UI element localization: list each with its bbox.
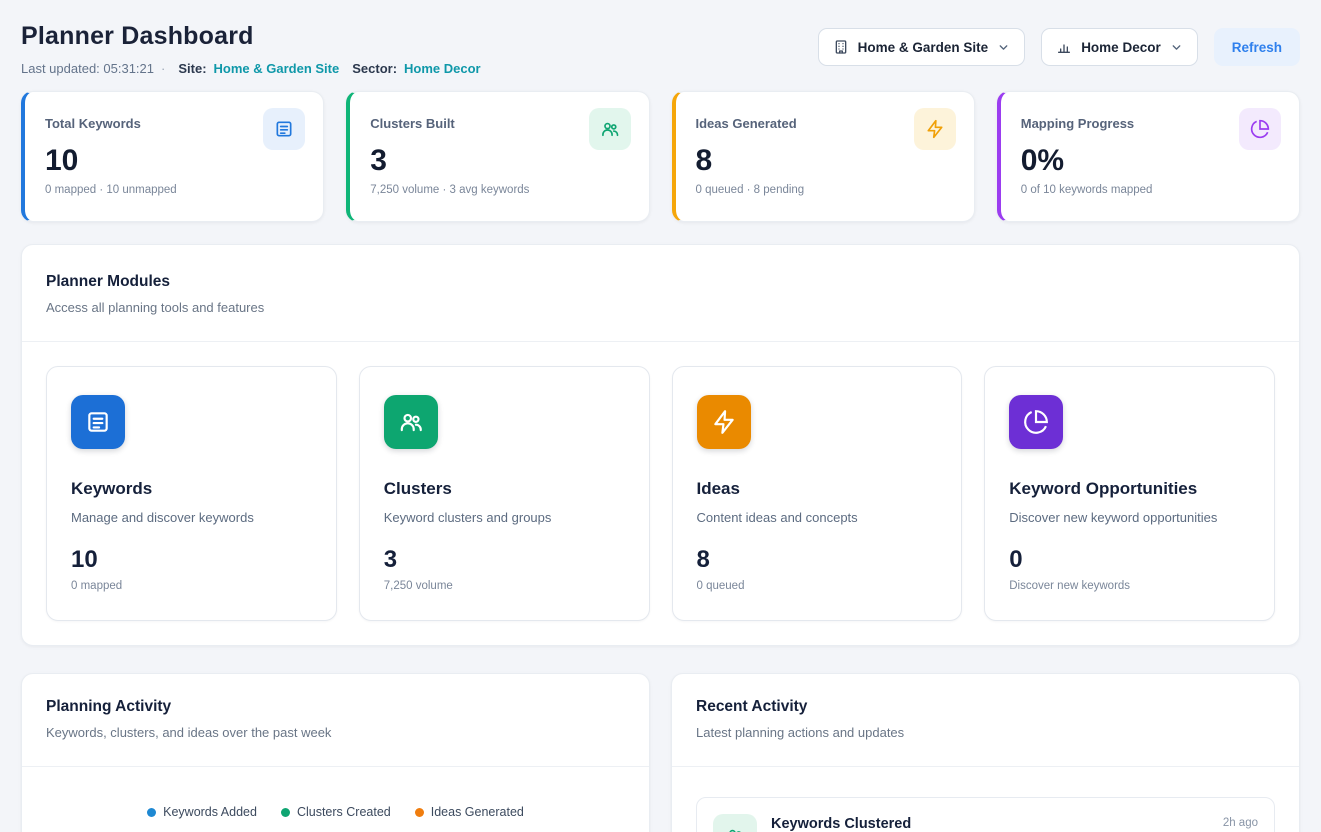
sector-selector-value: Home Decor	[1081, 40, 1161, 55]
module-value: 8	[697, 546, 938, 574]
stat-card-ideas-generated: Ideas Generated 8 0 queued · 8 pending	[672, 91, 975, 222]
pie-chart-icon	[1239, 108, 1281, 150]
module-title: Clusters	[384, 479, 625, 499]
stat-label: Total Keywords	[45, 116, 141, 131]
stat-subtext: 7,250 volume · 3 avg keywords	[370, 184, 630, 196]
module-subtext: 0 mapped	[71, 580, 312, 592]
site-selector-value: Home & Garden Site	[858, 40, 989, 55]
legend-label: Keywords Added	[163, 805, 257, 819]
sector-label: Sector:	[352, 61, 397, 76]
legend-dot-blue	[147, 808, 156, 817]
activity-item-title: Keywords Clustered	[771, 816, 1209, 832]
legend-item-ideas-generated[interactable]: Ideas Generated	[415, 805, 524, 819]
bar-chart-icon	[1056, 39, 1072, 55]
stat-label: Mapping Progress	[1021, 116, 1134, 131]
users-icon	[713, 814, 757, 832]
users-icon	[589, 108, 631, 150]
document-icon	[71, 395, 125, 449]
module-card-clusters[interactable]: Clusters Keyword clusters and groups 3 7…	[359, 366, 650, 621]
building-icon	[833, 39, 849, 55]
site-link[interactable]: Home & Garden Site	[214, 61, 340, 76]
module-card-ideas[interactable]: Ideas Content ideas and concepts 8 0 que…	[672, 366, 963, 621]
module-title: Ideas	[697, 479, 938, 499]
activity-item-timestamp: 2h ago	[1223, 814, 1258, 829]
stat-value: 3	[370, 144, 630, 177]
module-subtext: Discover new keywords	[1009, 580, 1250, 592]
planning-activity-subtitle: Keywords, clusters, and ideas over the p…	[46, 725, 625, 740]
legend-dot-green	[281, 808, 290, 817]
refresh-button[interactable]: Refresh	[1214, 28, 1300, 66]
legend-item-keywords-added[interactable]: Keywords Added	[147, 805, 257, 819]
document-icon	[263, 108, 305, 150]
stat-label: Ideas Generated	[696, 116, 797, 131]
module-description: Content ideas and concepts	[697, 510, 938, 525]
site-selector-dropdown[interactable]: Home & Garden Site	[818, 28, 1026, 66]
sector-link[interactable]: Home Decor	[404, 61, 481, 76]
module-card-keyword-opportunities[interactable]: Keyword Opportunities Discover new keywo…	[984, 366, 1275, 621]
meta-line: Last updated: 05:31:21 · Site: Home & Ga…	[21, 61, 481, 76]
bottom-row: Planning Activity Keywords, clusters, an…	[21, 673, 1300, 832]
stat-subtext: 0 of 10 keywords mapped	[1021, 184, 1281, 196]
modules-grid: Keywords Manage and discover keywords 10…	[22, 342, 1299, 645]
legend-label: Ideas Generated	[431, 805, 524, 819]
stat-card-clusters-built: Clusters Built 3 7,250 volume · 3 avg ke…	[346, 91, 649, 222]
stat-subtext: 0 mapped · 10 unmapped	[45, 184, 305, 196]
chevron-down-icon	[1170, 41, 1183, 54]
stat-value: 8	[696, 144, 956, 177]
page-title: Planner Dashboard	[21, 22, 481, 51]
legend-item-clusters-created[interactable]: Clusters Created	[281, 805, 391, 819]
modules-header: Planner Modules Access all planning tool…	[22, 245, 1299, 342]
planning-activity-chart: Keywords Added Clusters Created Ideas Ge…	[22, 767, 649, 832]
modules-title: Planner Modules	[46, 273, 1275, 291]
chevron-down-icon	[997, 41, 1010, 54]
planner-modules-section: Planner Modules Access all planning tool…	[21, 244, 1300, 646]
planning-activity-panel: Planning Activity Keywords, clusters, an…	[21, 673, 650, 832]
modules-subtitle: Access all planning tools and features	[46, 300, 1275, 315]
stat-value: 10	[45, 144, 305, 177]
activity-item-keywords-clustered[interactable]: Keywords Clustered 3 new clusters create…	[696, 797, 1275, 832]
recent-activity-subtitle: Latest planning actions and updates	[696, 725, 1275, 740]
planner-dashboard-page: Planner Dashboard Last updated: 05:31:21…	[0, 0, 1321, 832]
recent-activity-panel: Recent Activity Latest planning actions …	[671, 673, 1300, 832]
planning-activity-header: Planning Activity Keywords, clusters, an…	[22, 674, 649, 767]
module-value: 0	[1009, 546, 1250, 574]
legend-label: Clusters Created	[297, 805, 391, 819]
stat-card-mapping-progress: Mapping Progress 0% 0 of 10 keywords map…	[997, 91, 1300, 222]
stat-card-total-keywords: Total Keywords 10 0 mapped · 10 unmapped	[21, 91, 324, 222]
module-subtext: 7,250 volume	[384, 580, 625, 592]
bolt-icon	[697, 395, 751, 449]
module-value: 3	[384, 546, 625, 574]
users-icon	[384, 395, 438, 449]
stat-subtext: 0 queued · 8 pending	[696, 184, 956, 196]
stat-label: Clusters Built	[370, 116, 455, 131]
module-title: Keyword Opportunities	[1009, 479, 1250, 499]
chart-legend: Keywords Added Clusters Created Ideas Ge…	[46, 805, 625, 819]
stats-row: Total Keywords 10 0 mapped · 10 unmapped…	[21, 91, 1300, 222]
module-value: 10	[71, 546, 312, 574]
site-label: Site:	[178, 61, 206, 76]
bolt-icon	[914, 108, 956, 150]
pie-chart-icon	[1009, 395, 1063, 449]
module-title: Keywords	[71, 479, 312, 499]
module-description: Discover new keyword opportunities	[1009, 510, 1250, 525]
meta-separator: ·	[161, 61, 165, 76]
module-card-keywords[interactable]: Keywords Manage and discover keywords 10…	[46, 366, 337, 621]
activity-item-text: Keywords Clustered 3 new clusters create…	[771, 814, 1209, 832]
recent-activity-header: Recent Activity Latest planning actions …	[672, 674, 1299, 767]
stat-value: 0%	[1021, 144, 1281, 177]
module-description: Manage and discover keywords	[71, 510, 312, 525]
module-subtext: 0 queued	[697, 580, 938, 592]
recent-activity-list: Keywords Clustered 3 new clusters create…	[672, 767, 1299, 832]
header-left: Planner Dashboard Last updated: 05:31:21…	[21, 22, 481, 76]
last-updated-text: Last updated: 05:31:21	[21, 61, 154, 76]
header: Planner Dashboard Last updated: 05:31:21…	[21, 22, 1300, 76]
module-description: Keyword clusters and groups	[384, 510, 625, 525]
sector-selector-dropdown[interactable]: Home Decor	[1041, 28, 1198, 66]
header-actions: Home & Garden Site Home Decor Refresh	[818, 28, 1300, 66]
recent-activity-title: Recent Activity	[696, 698, 1275, 716]
legend-dot-orange	[415, 808, 424, 817]
planning-activity-title: Planning Activity	[46, 698, 625, 716]
